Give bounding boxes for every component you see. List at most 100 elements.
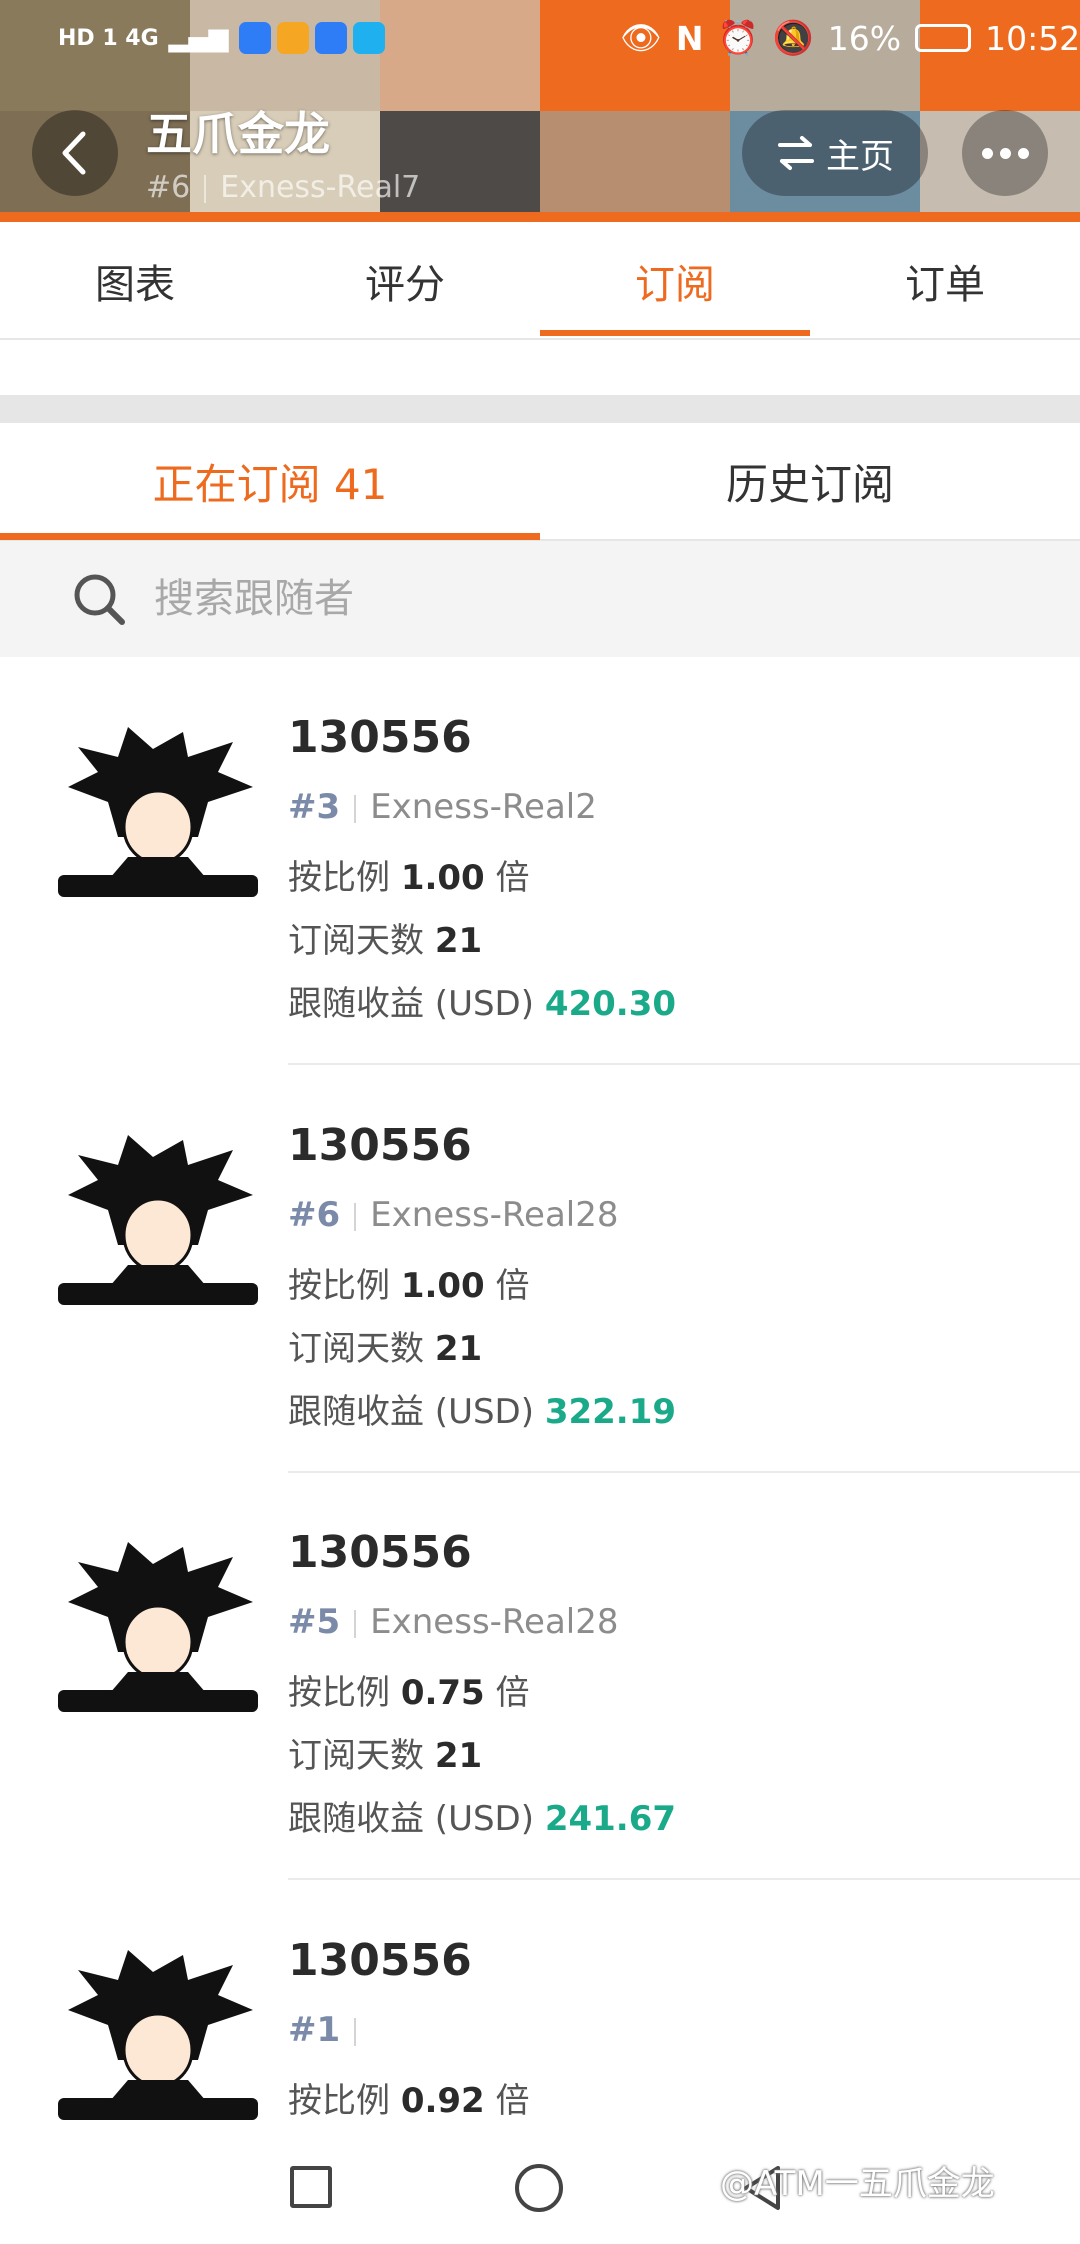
profit-label: 跟随收益 (USD) [288,984,534,1024]
subscriber-rank: #6 [288,1195,341,1235]
subscriber-name: 130556 [288,1120,472,1171]
list-item[interactable]: 130556 #1 按比例 0.92 倍 [0,1880,1080,2130]
subscriber-server: Exness-Real28 [370,1195,619,1235]
ratio-label: 按比例 [288,858,390,898]
battery-percent: 16% [827,18,902,58]
clock: 10:52 [985,18,1080,58]
ratio-line: 按比例 1.00 倍 [288,1258,530,1307]
status-bar-left: HD 1 4G ▂▄▆ [58,22,385,54]
signal-icon: ▂▄▆ [168,23,229,53]
subscriber-server: Exness-Real2 [370,787,597,827]
days-label: 订阅天数 [288,1329,424,1369]
tab-rating[interactable]: 评分 [270,222,540,340]
section-divider [0,395,1080,423]
more-button[interactable] [962,110,1048,196]
divider [354,794,357,823]
search-bar [0,541,1080,657]
subscriber-name: 130556 [288,1935,472,1986]
avatar [58,1135,258,1305]
tab-chart[interactable]: 图表 [0,222,270,340]
ratio-label: 按比例 [288,2081,390,2121]
profit-line: 跟随收益 (USD) 420.30 [288,976,676,1025]
home-nav-button[interactable] [515,2164,563,2212]
ratio-value: 1.00 [400,858,485,898]
profit-label: 跟随收益 (USD) [288,1392,534,1432]
header-rank: #6 [146,170,191,205]
page-title: 五爪金龙 [146,107,330,161]
back-button[interactable] [32,110,118,196]
divider [354,2017,357,2046]
header-subtitle: #6 Exness-Real7 [146,170,420,205]
subtab-history[interactable]: 历史订阅 [540,423,1080,539]
ratio-unit: 倍 [495,2081,530,2121]
divider [354,1202,357,1231]
ratio-unit: 倍 [495,1673,530,1713]
main-tabs: 图表 评分 订阅 订单 [0,222,1080,340]
profit-line: 跟随收益 (USD) 322.19 [288,1384,676,1433]
days-line: 订阅天数 21 [288,1728,482,1777]
subtab-current[interactable]: 正在订阅 41 [0,423,540,539]
sub-tabs: 正在订阅 41 历史订阅 [0,423,1080,541]
days-line: 订阅天数 21 [288,913,482,962]
eye-icon: 👁 [620,18,662,57]
list-item[interactable]: 130556 #6 Exness-Real28 按比例 1.00 倍 订阅天数 2… [0,1065,1080,1473]
days-value: 21 [434,921,483,961]
avatar [58,727,258,897]
days-value: 21 [434,1736,483,1776]
header-server: Exness-Real7 [220,170,421,205]
subscriber-account: #5 Exness-Real28 [288,1602,618,1642]
recent-apps-button[interactable] [290,2166,332,2208]
ratio-line: 按比例 0.92 倍 [288,2073,530,2122]
subscriber-name: 130556 [288,1527,472,1578]
divider [354,1609,357,1638]
days-value: 21 [434,1329,483,1369]
avatar [58,1950,258,2120]
subscriber-name: 130556 [288,712,472,763]
subscriber-server: Exness-Real28 [370,1602,619,1642]
ratio-value: 0.92 [400,2081,485,2121]
avatar [58,1542,258,1712]
app-notification-icons [238,22,385,54]
active-tab-indicator [540,330,810,336]
list-item[interactable]: 130556 #3 Exness-Real2 按比例 1.00 倍 订阅天数 21… [0,657,1080,1065]
subscriber-rank: #5 [288,1602,341,1642]
search-icon [74,574,125,625]
search-input[interactable] [154,576,954,622]
ratio-label: 按比例 [288,1266,390,1306]
mute-icon: 🔕 [772,18,814,57]
ratio-line: 按比例 0.75 倍 [288,1665,530,1714]
swap-icon [778,136,814,170]
header-accent-band [0,212,1080,222]
subscriber-account: #6 Exness-Real28 [288,1195,618,1235]
profit-line: 跟随收益 (USD) 241.67 [288,1791,676,1840]
status-bar-right: 👁 N ⏰ 🔕 16% 10:52 [620,18,1080,58]
network-indicator: HD 1 4G [58,25,159,51]
divider [204,174,207,203]
ratio-label: 按比例 [288,1673,390,1713]
list-item[interactable]: 130556 #5 Exness-Real28 按比例 0.75 倍 订阅天数 2… [0,1472,1080,1880]
active-subtab-indicator [0,533,540,540]
nfc-icon: N [675,18,704,58]
home-button-label: 主页 [826,136,894,177]
back-arrow-icon [62,131,86,175]
ratio-value: 1.00 [400,1266,485,1306]
ratio-unit: 倍 [495,1266,530,1306]
profit-label: 跟随收益 (USD) [288,1799,534,1839]
tab-orders[interactable]: 订单 [810,222,1080,340]
more-dots-icon [981,147,1029,159]
subscriber-rank: #3 [288,787,341,827]
subscriber-account: #1 [288,2010,370,2050]
watermark: @ATM一五爪金龙 [720,2164,995,2204]
battery-icon [915,24,972,52]
ratio-unit: 倍 [495,858,530,898]
days-label: 订阅天数 [288,921,424,961]
profit-value: 322.19 [544,1392,677,1432]
days-line: 订阅天数 21 [288,1321,482,1370]
alarm-icon: ⏰ [717,18,759,57]
subscriber-rank: #1 [288,2010,341,2050]
profit-value: 241.67 [544,1799,677,1839]
home-button[interactable]: 主页 [742,110,928,196]
tab-subscription[interactable]: 订阅 [540,222,810,340]
ratio-line: 按比例 1.00 倍 [288,850,530,899]
ratio-value: 0.75 [400,1673,485,1713]
